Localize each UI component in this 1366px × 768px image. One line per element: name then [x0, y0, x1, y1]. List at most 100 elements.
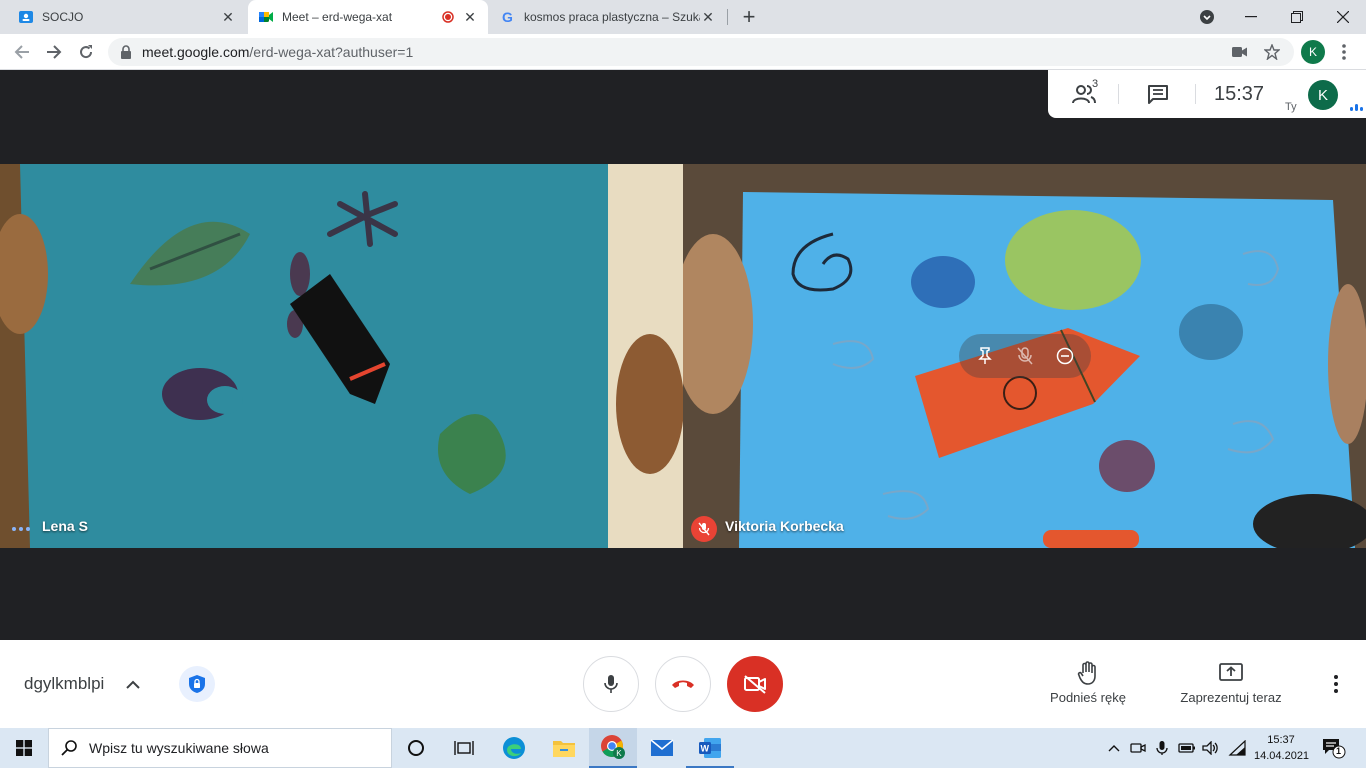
- speaking-indicator-icon: [12, 527, 30, 531]
- tab-socjo[interactable]: SOCJO ✕: [8, 0, 246, 34]
- participant-video: [0, 164, 683, 548]
- battery-tray-button[interactable]: [1176, 728, 1198, 768]
- file-explorer-taskbar-button[interactable]: [540, 728, 588, 768]
- speaker-icon: [1202, 741, 1218, 755]
- mail-taskbar-button[interactable]: [638, 728, 686, 768]
- raise-hand-label: Podnieś rękę: [1050, 690, 1126, 705]
- svg-text:K: K: [616, 749, 622, 758]
- minimize-button[interactable]: [1228, 0, 1274, 34]
- meeting-details-button[interactable]: [121, 672, 145, 696]
- mail-icon: [650, 739, 674, 756]
- microphone-icon: [1156, 741, 1168, 755]
- more-options-button[interactable]: [1324, 670, 1348, 698]
- notification-count: 1: [1336, 746, 1342, 756]
- restore-button[interactable]: [1274, 0, 1320, 34]
- present-now-label: Zaprezentuj teraz: [1180, 690, 1282, 705]
- self-avatar: K: [1308, 80, 1338, 110]
- participant-name: Lena S: [42, 518, 88, 534]
- tab-close-icon[interactable]: ✕: [462, 9, 478, 25]
- chrome-icon: K: [601, 735, 625, 759]
- reload-button[interactable]: [72, 38, 100, 66]
- arrow-left-icon: [14, 45, 29, 59]
- meet-favicon-icon: [258, 9, 274, 25]
- edge-taskbar-button[interactable]: [490, 728, 538, 768]
- minimize-icon: [1245, 16, 1257, 18]
- present-now-button[interactable]: Zaprezentuj teraz: [1174, 660, 1288, 705]
- close-window-button[interactable]: [1320, 0, 1366, 34]
- clock-date: 14.04.2021: [1254, 750, 1310, 762]
- chat-icon: [1148, 85, 1168, 104]
- tab-title: SOCJO: [42, 10, 84, 24]
- raise-hand-button[interactable]: Podnieś rękę: [1044, 660, 1132, 705]
- back-button[interactable]: [8, 38, 36, 66]
- chevron-up-icon: [126, 680, 140, 689]
- profile-avatar[interactable]: K: [1301, 40, 1325, 64]
- recording-dot-icon: [440, 9, 456, 25]
- google-favicon-icon: G: [500, 9, 516, 25]
- tab-close-icon[interactable]: ✕: [220, 9, 236, 25]
- leave-call-button[interactable]: [655, 656, 711, 712]
- tab-search-button[interactable]: [1184, 0, 1230, 34]
- present-screen-icon: [1219, 660, 1243, 686]
- forward-button[interactable]: [40, 38, 68, 66]
- video-camera-icon: [1232, 47, 1247, 57]
- lock-icon: [112, 45, 140, 59]
- camera-off-button[interactable]: [727, 656, 783, 712]
- chevron-down-circle-icon: [1200, 10, 1214, 24]
- cortana-button[interactable]: [392, 728, 440, 768]
- tab-google-search[interactable]: G kosmos praca plastyczna – Szukaj ✕: [490, 0, 726, 34]
- chat-button[interactable]: [1144, 80, 1172, 108]
- arrow-right-icon: [47, 45, 62, 59]
- you-label: Ty: [1285, 101, 1297, 113]
- address-bar[interactable]: meet.google.com/erd-wega-xat?authuser=1: [108, 38, 1294, 66]
- remove-participant-button[interactable]: [1049, 340, 1081, 372]
- reload-icon: [80, 45, 93, 59]
- search-placeholder: Wpisz tu wyszukiwane słowa: [89, 740, 269, 756]
- socjo-favicon-icon: [18, 9, 34, 25]
- word-icon: W: [699, 738, 721, 758]
- video-tile-viktoria[interactable]: Viktoria Korbecka: [683, 164, 1366, 548]
- taskbar-search-box[interactable]: Wpisz tu wyszukiwane słowa: [48, 728, 392, 768]
- participants-button[interactable]: 3: [1070, 78, 1102, 108]
- microphone-tray-button[interactable]: [1152, 728, 1172, 768]
- taskbar-clock[interactable]: 15:37 14.04.2021: [1254, 732, 1310, 764]
- mute-participant-button[interactable]: [1009, 340, 1041, 372]
- cortana-circle-icon: [408, 740, 424, 756]
- clock-time: 15:37: [1267, 734, 1295, 746]
- hang-up-icon: [672, 680, 694, 688]
- camera-tray-button[interactable]: [1128, 728, 1148, 768]
- microphone-button[interactable]: [583, 656, 639, 712]
- windows-logo-icon: [16, 740, 32, 756]
- meet-control-bar: dgylkmblpi Podnieś rękę Zaprezentuj tera…: [0, 640, 1366, 728]
- volume-tray-button[interactable]: [1200, 728, 1222, 768]
- video-tile-lena[interactable]: Lena S: [0, 164, 683, 548]
- action-center-button[interactable]: 1: [1322, 737, 1346, 759]
- participants-count: 3: [1092, 78, 1099, 90]
- pin-button[interactable]: [969, 340, 1001, 372]
- divider: [1195, 84, 1196, 104]
- host-controls-button[interactable]: [179, 666, 215, 702]
- browser-menu-button[interactable]: [1334, 38, 1354, 66]
- bookmark-star-button[interactable]: [1258, 38, 1286, 66]
- url-text: meet.google.com/erd-wega-xat?authuser=1: [142, 44, 413, 60]
- chevron-up-icon: [1108, 745, 1120, 752]
- edge-icon: [503, 737, 525, 759]
- mic-off-icon: [1017, 347, 1033, 365]
- audio-level-indicator: [1350, 104, 1363, 111]
- meeting-code: dgylkmblpi: [24, 674, 105, 693]
- wifi-tray-button[interactable]: [1226, 728, 1248, 768]
- start-button[interactable]: [0, 728, 48, 768]
- tab-close-icon[interactable]: ✕: [700, 9, 716, 25]
- star-icon: [1264, 44, 1280, 60]
- shield-lock-icon: [189, 675, 205, 693]
- svg-text:G: G: [502, 9, 513, 25]
- show-hidden-icons-button[interactable]: [1104, 728, 1124, 768]
- chrome-taskbar-button[interactable]: K: [589, 728, 637, 768]
- tab-meet[interactable]: Meet – erd-wega-xat ✕: [248, 0, 488, 34]
- task-view-button[interactable]: [440, 728, 488, 768]
- word-taskbar-button[interactable]: W: [686, 728, 734, 768]
- hand-icon: [1077, 660, 1099, 686]
- camera-in-use-button[interactable]: [1226, 38, 1254, 66]
- muted-badge: [691, 516, 717, 542]
- new-tab-button[interactable]: +: [737, 4, 761, 29]
